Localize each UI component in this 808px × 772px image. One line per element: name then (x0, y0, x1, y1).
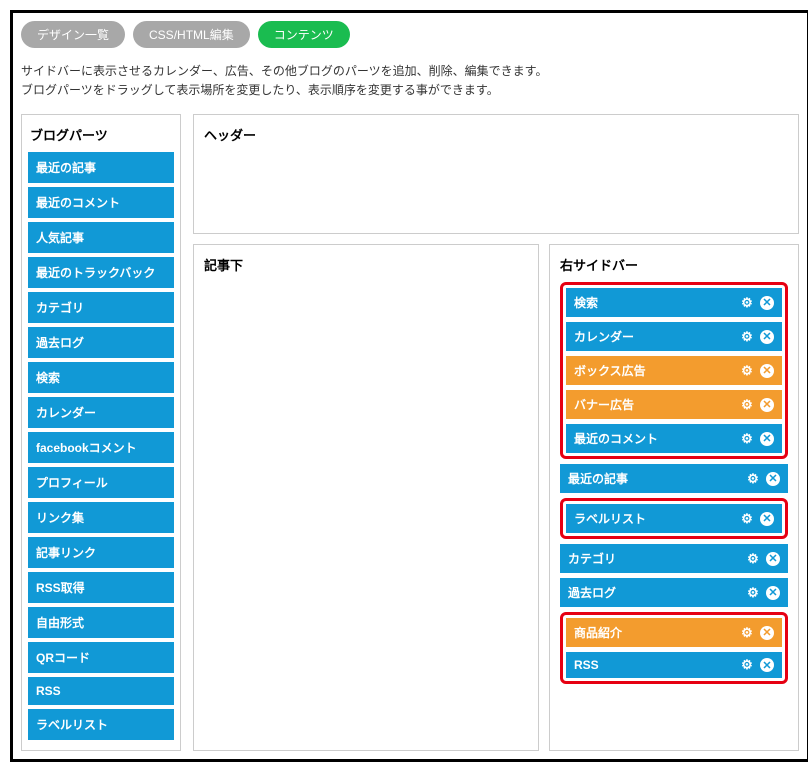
tab-bar: デザイン一覧 CSS/HTML編集 コンテンツ (21, 21, 799, 48)
placed-item[interactable]: 商品紹介 ✕ (566, 618, 782, 647)
placed-item-actions: ✕ (740, 398, 774, 412)
close-icon[interactable]: ✕ (760, 432, 774, 446)
zone-right-sidebar-title: 右サイドバー (560, 255, 788, 274)
placed-item-actions: ✕ (740, 626, 774, 640)
placed-item-actions: ✕ (746, 472, 780, 486)
placed-item-label: 過去ログ (568, 584, 616, 601)
close-icon[interactable]: ✕ (760, 330, 774, 344)
placed-item-label: 最近の記事 (568, 470, 628, 487)
gear-icon[interactable] (740, 330, 754, 344)
description: サイドバーに表示させるカレンダー、広告、その他ブログのパーツを追加、削除、編集で… (21, 62, 799, 100)
palette-item[interactable]: RSS取得 (28, 572, 174, 603)
palette-item[interactable]: RSS (28, 677, 174, 705)
palette-item[interactable]: QRコード (28, 642, 174, 673)
close-icon[interactable]: ✕ (766, 472, 780, 486)
close-icon[interactable]: ✕ (766, 586, 780, 600)
palette-item[interactable]: 最近のトラックバック (28, 257, 174, 288)
placed-item[interactable]: ボックス広告 ✕ (566, 356, 782, 385)
placed-item[interactable]: バナー広告 ✕ (566, 390, 782, 419)
highlight-group: 検索 ✕ カレンダー ✕ ボックス広告 ✕ バナー広告 ✕ 最近のコメント ✕ (560, 282, 788, 459)
placed-item[interactable]: カレンダー ✕ (566, 322, 782, 351)
gear-icon[interactable] (740, 626, 754, 640)
palette-item[interactable]: プロフィール (28, 467, 174, 498)
app-frame: デザイン一覧 CSS/HTML編集 コンテンツ サイドバーに表示させるカレンダー… (10, 10, 808, 762)
close-icon[interactable]: ✕ (760, 364, 774, 378)
parts-palette-title: ブログパーツ (28, 121, 174, 152)
palette-item[interactable]: 検索 (28, 362, 174, 393)
placed-item-label: 検索 (574, 294, 598, 311)
placed-item-actions: ✕ (746, 586, 780, 600)
placed-item[interactable]: RSS ✕ (566, 652, 782, 678)
gear-icon[interactable] (746, 586, 760, 600)
placed-item-label: ボックス広告 (574, 362, 646, 379)
placed-item-actions: ✕ (740, 512, 774, 526)
placed-item-actions: ✕ (746, 552, 780, 566)
tab-contents[interactable]: コンテンツ (258, 21, 350, 48)
parts-palette: ブログパーツ 最近の記事最近のコメント人気記事最近のトラックバックカテゴリ過去ロ… (21, 114, 181, 751)
palette-item[interactable]: 最近のコメント (28, 187, 174, 218)
zone-header[interactable]: ヘッダー (193, 114, 799, 234)
placed-item-label: 商品紹介 (574, 624, 622, 641)
placed-item[interactable]: 最近の記事 ✕ (560, 464, 788, 493)
placed-item-label: ラベルリスト (574, 510, 646, 527)
zone-below-article-title: 記事下 (204, 255, 528, 274)
palette-item[interactable]: 自由形式 (28, 607, 174, 638)
palette-item[interactable]: 過去ログ (28, 327, 174, 358)
placed-item[interactable]: 検索 ✕ (566, 288, 782, 317)
gear-icon[interactable] (740, 432, 754, 446)
placed-item[interactable]: ラベルリスト ✕ (566, 504, 782, 533)
close-icon[interactable]: ✕ (760, 296, 774, 310)
tab-csshtml[interactable]: CSS/HTML編集 (133, 21, 250, 48)
close-icon[interactable]: ✕ (760, 626, 774, 640)
placed-item-label: RSS (574, 658, 599, 672)
placed-item-actions: ✕ (740, 658, 774, 672)
tab-design[interactable]: デザイン一覧 (21, 21, 125, 48)
palette-item[interactable]: カレンダー (28, 397, 174, 428)
placed-item-label: バナー広告 (574, 396, 634, 413)
zone-below-article[interactable]: 記事下 (193, 244, 539, 751)
placed-item-label: カテゴリ (568, 550, 616, 567)
drop-zones: ヘッダー 記事下 右サイドバー 検索✕カレンダー✕ボックス広告✕バナー広告✕最近… (193, 114, 799, 751)
placed-item[interactable]: 過去ログ ✕ (560, 578, 788, 607)
gear-icon[interactable] (740, 296, 754, 310)
main-layout: ブログパーツ 最近の記事最近のコメント人気記事最近のトラックバックカテゴリ過去ロ… (21, 114, 799, 751)
palette-item[interactable]: リンク集 (28, 502, 174, 533)
gear-icon[interactable] (740, 398, 754, 412)
palette-item[interactable]: 最近の記事 (28, 152, 174, 183)
gear-icon[interactable] (740, 512, 754, 526)
palette-item[interactable]: 記事リンク (28, 537, 174, 568)
highlight-group: ラベルリスト ✕ (560, 498, 788, 539)
description-line1: サイドバーに表示させるカレンダー、広告、その他ブログのパーツを追加、削除、編集で… (21, 62, 799, 81)
gear-icon[interactable] (740, 658, 754, 672)
zone-header-title: ヘッダー (204, 125, 788, 144)
palette-item[interactable]: 人気記事 (28, 222, 174, 253)
close-icon[interactable]: ✕ (760, 658, 774, 672)
placed-item-label: カレンダー (574, 328, 634, 345)
gear-icon[interactable] (746, 472, 760, 486)
zone-right-sidebar[interactable]: 右サイドバー 検索✕カレンダー✕ボックス広告✕バナー広告✕最近のコメント✕最近の… (549, 244, 799, 751)
highlight-group: 商品紹介 ✕ RSS ✕ (560, 612, 788, 684)
placed-item-actions: ✕ (740, 296, 774, 310)
close-icon[interactable]: ✕ (766, 552, 780, 566)
placed-item-actions: ✕ (740, 432, 774, 446)
placed-item[interactable]: 最近のコメント ✕ (566, 424, 782, 453)
placed-item[interactable]: カテゴリ ✕ (560, 544, 788, 573)
description-line2: ブログパーツをドラッグして表示場所を変更したり、表示順序を変更する事ができます。 (21, 81, 799, 100)
close-icon[interactable]: ✕ (760, 398, 774, 412)
close-icon[interactable]: ✕ (760, 512, 774, 526)
palette-item[interactable]: ラベルリスト (28, 709, 174, 740)
gear-icon[interactable] (746, 552, 760, 566)
gear-icon[interactable] (740, 364, 754, 378)
placed-item-label: 最近のコメント (574, 430, 658, 447)
placed-item-actions: ✕ (740, 364, 774, 378)
placed-item-actions: ✕ (740, 330, 774, 344)
zones-bottom: 記事下 右サイドバー 検索✕カレンダー✕ボックス広告✕バナー広告✕最近のコメント… (193, 244, 799, 751)
palette-item[interactable]: カテゴリ (28, 292, 174, 323)
palette-item[interactable]: facebookコメント (28, 432, 174, 463)
